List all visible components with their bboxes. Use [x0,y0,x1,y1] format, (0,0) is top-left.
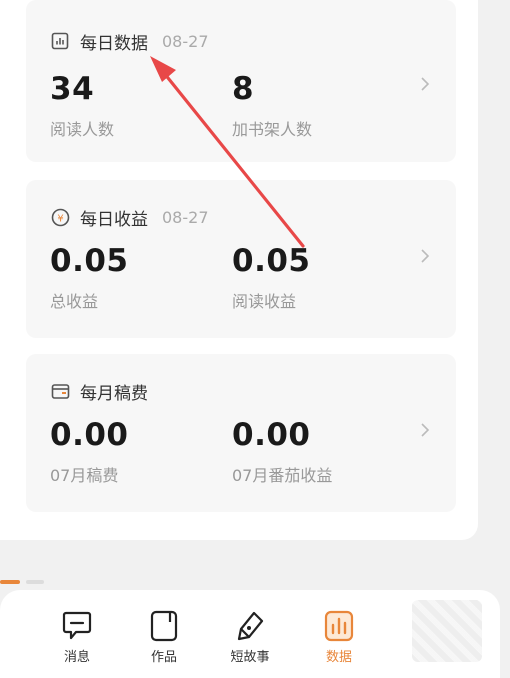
tab-works[interactable]: 作品 [134,610,194,665]
metric-bookshelf-adds: 8 加书架人数 [232,72,312,140]
tab-label: 消息 [63,650,90,665]
metric-label: 07月稿费 [50,466,119,485]
metric-value: 8 [232,71,255,107]
metric-july-fanqie-income: 0.00 07月番茄收益 [232,418,332,486]
metric-total-income: 0.05 总收益 [50,244,129,312]
card-date: 08-27 [162,207,209,227]
card-title: 每日数据 [80,33,148,54]
tab-label: 作品 [150,650,177,665]
metric-label: 加书架人数 [232,120,313,139]
metric-reading-income: 0.05 阅读收益 [232,244,311,312]
metric-label: 07月番茄收益 [232,466,333,485]
card-title: 每日收益 [80,209,148,230]
svg-text:¥: ¥ [57,213,63,224]
pen-icon [235,610,265,642]
tab-short-stories[interactable]: 短故事 [220,610,280,665]
works-icon [149,610,179,642]
chevron-right-icon[interactable] [420,76,430,96]
metric-value: 34 [50,71,95,107]
yen-coin-icon: ¥ [50,207,70,227]
tab-data[interactable]: 数据 [309,610,369,665]
metric-value: 0.05 [232,243,311,279]
data-panel: 每日数据 08-27 34 阅读人数 8 加书架人数 ¥ 每日收益 08-27 … [0,0,478,540]
monthly-royalty-card[interactable]: 每月稿费 0.00 07月稿费 0.00 07月番茄收益 [26,354,456,512]
card-header: ¥ 每日收益 08-27 [50,204,209,230]
card-header: 每月稿费 [50,378,148,404]
card-title: 每月稿费 [80,383,148,404]
card-date: 08-27 [162,31,209,51]
metric-value: 0.00 [50,417,129,453]
daily-data-card[interactable]: 每日数据 08-27 34 阅读人数 8 加书架人数 [26,0,456,162]
metric-label: 阅读人数 [50,120,115,139]
tab-label: 数据 [325,650,352,665]
metric-label: 阅读收益 [232,292,297,311]
data-icon [324,610,354,642]
daily-income-card[interactable]: ¥ 每日收益 08-27 0.05 总收益 0.05 阅读收益 [26,180,456,338]
message-icon [62,610,92,642]
card-header: 每日数据 08-27 [50,28,209,54]
wallet-icon [50,381,70,401]
metric-label: 总收益 [50,292,99,311]
metric-value: 0.05 [50,243,129,279]
chevron-right-icon[interactable] [420,248,430,268]
metric-value: 0.00 [232,417,311,453]
metric-july-royalty: 0.00 07月稿费 [50,418,129,486]
chevron-right-icon[interactable] [420,422,430,442]
bar-chart-icon [50,31,70,51]
obscured-area [412,600,482,662]
scroll-indicator-track [26,580,44,584]
scroll-indicator-active [0,580,20,584]
tab-messages[interactable]: 消息 [47,610,107,665]
metric-readers: 34 阅读人数 [50,72,114,140]
tab-label: 短故事 [230,650,270,665]
